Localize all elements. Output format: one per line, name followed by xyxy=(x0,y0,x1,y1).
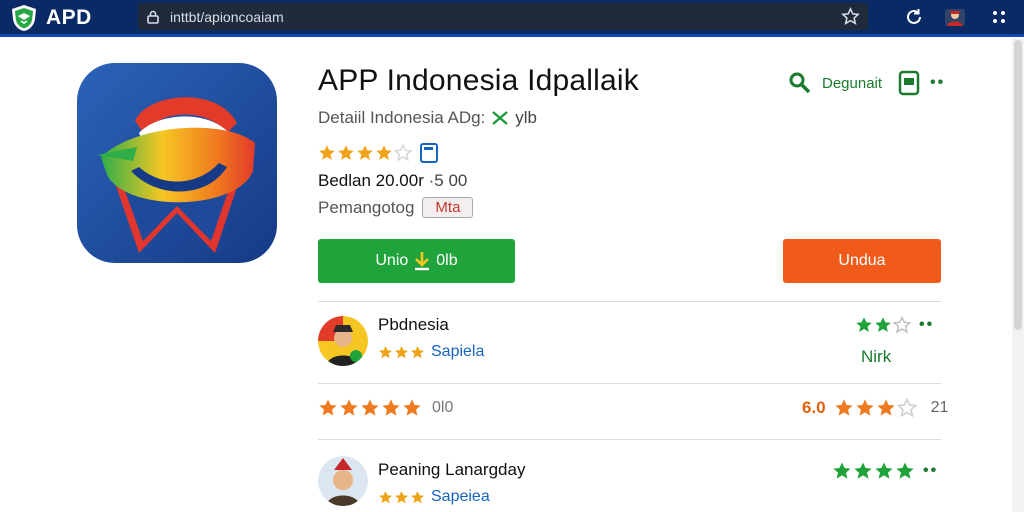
browser-top-bar: APD inttbt/apioncoaiam xyxy=(0,0,1024,37)
review-author-name[interactable]: Peaning Lanargday xyxy=(378,460,525,480)
star-icon xyxy=(394,144,412,162)
review-tag: Nirk xyxy=(861,347,892,366)
star-icon xyxy=(357,145,373,160)
app-title: APP Indonesia Idpallaik xyxy=(318,64,639,97)
scrollbar-thumb[interactable] xyxy=(1014,40,1022,330)
star-icon xyxy=(340,399,358,416)
device-icon[interactable] xyxy=(898,70,920,96)
search-key-icon[interactable] xyxy=(788,71,812,95)
star-icon xyxy=(379,490,392,503)
developer-info: Pemangotog Mta xyxy=(318,197,474,218)
star-icon xyxy=(319,399,337,416)
row-more-icon[interactable]: •• xyxy=(923,462,938,480)
star-icon xyxy=(856,399,874,416)
score-right-stars xyxy=(834,398,917,418)
star-icon xyxy=(877,399,895,416)
divider xyxy=(318,383,941,384)
star-icon xyxy=(833,462,851,479)
bookmark-star-icon[interactable] xyxy=(841,7,860,26)
score-count: 21 xyxy=(930,399,949,416)
star-icon xyxy=(854,462,872,479)
save-bookmark-icon[interactable] xyxy=(420,143,438,163)
download-arrow-icon xyxy=(415,252,430,271)
install-suffix: 0lb xyxy=(436,252,458,269)
score-summary-right: 6.0 21 xyxy=(802,398,948,418)
star-icon xyxy=(338,145,354,160)
review-right-rating: •• xyxy=(832,461,938,481)
address-bar[interactable]: inttbt/apioncoaiam xyxy=(138,3,868,30)
profile-avatar-icon[interactable] xyxy=(944,6,966,28)
subtitle-tag: ylb xyxy=(515,108,538,127)
user-avatar[interactable] xyxy=(318,316,368,366)
star-icon xyxy=(395,345,408,358)
review-sub-line: Sapiela xyxy=(378,343,484,361)
review-sub-label[interactable]: Sapeiea xyxy=(431,488,490,506)
more-options-icon[interactable]: •• xyxy=(930,74,945,92)
brand-name: APD xyxy=(46,6,92,29)
uninstall-label: Undua xyxy=(838,252,886,269)
star-icon xyxy=(395,490,408,503)
install-button[interactable]: Unio 0lb xyxy=(318,239,515,283)
row-more-icon[interactable]: •• xyxy=(919,316,934,334)
url-text: inttbt/apioncoaiam xyxy=(170,8,284,25)
app-rating-stars xyxy=(318,144,412,162)
user-avatar[interactable] xyxy=(318,456,368,506)
uninstall-button[interactable]: Undua xyxy=(783,239,941,283)
crossed-check-icon xyxy=(492,111,509,125)
review-rating-stars xyxy=(378,345,425,360)
release-info: Bedlan 20.00r ·5 00 xyxy=(318,171,467,191)
review-right-stars xyxy=(832,461,915,481)
star-icon xyxy=(411,345,424,358)
review-sub-line: Sapeiea xyxy=(378,488,490,506)
developer-badge[interactable]: Mta xyxy=(422,197,474,218)
subtitle-text: Detaiil Indonesia ADg: xyxy=(318,108,486,127)
star-icon xyxy=(379,345,392,358)
app-subtitle: Detaiil Indonesia ADg: ylb xyxy=(318,108,537,128)
review-rating-stars xyxy=(378,490,425,505)
score-summary-left: 0l0 xyxy=(318,398,453,418)
app-logo-image xyxy=(77,63,277,263)
star-icon xyxy=(319,145,335,160)
review-author-name[interactable]: Pbdnesia xyxy=(378,315,449,335)
star-icon xyxy=(893,316,911,334)
star-icon xyxy=(411,490,424,503)
star-icon xyxy=(376,145,392,160)
refresh-icon[interactable] xyxy=(903,6,925,28)
app-rating-row xyxy=(318,143,438,163)
install-label: Unio xyxy=(375,252,409,269)
star-icon xyxy=(875,462,893,479)
score-value: 6.0 xyxy=(802,398,826,417)
star-icon xyxy=(835,399,853,416)
score-stars xyxy=(318,398,422,418)
release-label: Bedlan 20.00r xyxy=(318,171,424,190)
lock-icon xyxy=(147,10,159,24)
release-value: ·5 00 xyxy=(428,171,468,190)
shield-logo-icon xyxy=(12,5,36,31)
star-icon xyxy=(875,317,891,332)
star-icon xyxy=(403,399,421,416)
star-icon xyxy=(896,398,917,418)
divider xyxy=(318,301,941,302)
star-icon xyxy=(361,399,379,416)
score-label: 0l0 xyxy=(432,399,454,416)
wishlist-label[interactable]: Degunait xyxy=(822,75,882,92)
star-icon xyxy=(896,462,914,479)
apps-menu-icon[interactable] xyxy=(988,6,1010,28)
star-icon xyxy=(382,399,400,416)
review-right-stars xyxy=(855,316,911,334)
top-actions: Degunait •• xyxy=(788,70,945,96)
brand-logo[interactable]: APD xyxy=(10,4,92,32)
star-icon xyxy=(856,317,872,332)
divider xyxy=(318,439,941,440)
review-sub-label[interactable]: Sapiela xyxy=(431,343,484,361)
developer-label: Pemangotog xyxy=(318,197,415,217)
review-right-rating: •• xyxy=(855,316,934,334)
